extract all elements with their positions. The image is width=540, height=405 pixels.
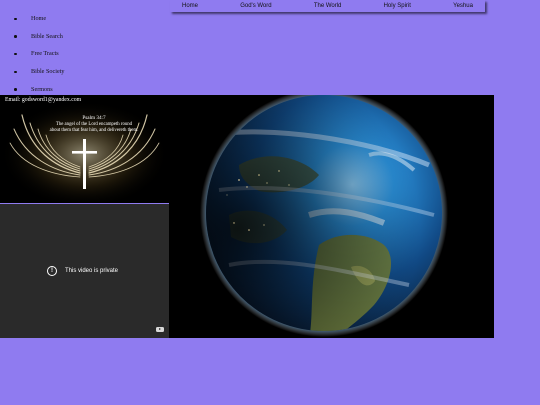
side-menu-free-tracts[interactable]: Free Tracts <box>14 45 65 63</box>
nav-yeshua[interactable]: Yeshua <box>453 3 473 9</box>
youtube-icon[interactable] <box>156 327 164 332</box>
psalm-verse: Psalm 34:7 The angel of the Lord encampe… <box>34 115 154 133</box>
video-embed[interactable]: ! This video is private <box>0 204 169 338</box>
contact-email: Email: godsword1@yandex.com <box>5 97 82 103</box>
nav-holy-spirit[interactable]: Holy Spirit <box>384 3 411 9</box>
side-menu-bible-society[interactable]: Bible Society <box>14 63 65 81</box>
angel-wings-cross-image <box>0 95 169 203</box>
nav-home[interactable]: Home <box>182 3 198 9</box>
side-menu-bible-search[interactable]: Bible Search <box>14 28 65 46</box>
psalm-line-2: about them that fear him, and delivereth… <box>49 127 139 133</box>
side-menu-home[interactable]: Home <box>14 10 65 28</box>
info-icon: ! <box>47 266 57 276</box>
top-nav: Home God's Word The World Holy Spirit Ye… <box>170 0 485 12</box>
nav-gods-word[interactable]: God's Word <box>240 3 271 9</box>
earth-globe-image <box>169 95 494 338</box>
psalm-card: Psalm 34:7 The angel of the Lord encampe… <box>0 95 169 203</box>
earth-globe-graphic <box>169 95 494 338</box>
video-private-text: This video is private <box>65 268 119 274</box>
nav-the-world[interactable]: The World <box>314 3 342 9</box>
video-private-notice: ! This video is private <box>47 266 118 276</box>
side-menu: Home Bible Search Free Tracts Bible Soci… <box>14 10 65 98</box>
